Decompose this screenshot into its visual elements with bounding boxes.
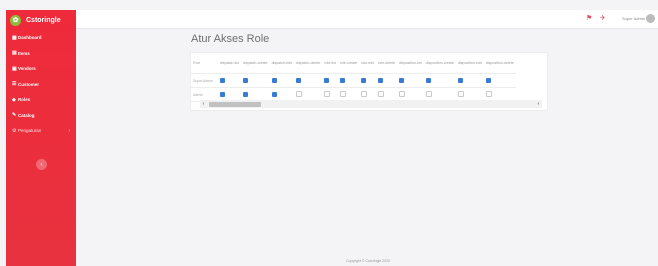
page-title: Atur Akses Role [191,33,270,45]
permission-checkbox-checked[interactable] [378,77,384,83]
horizontal-scrollbar[interactable]: ‹ › [200,100,542,108]
permissions-table: Role dispatch-list dispatch-create dispatc… [191,53,516,102]
permission-checkbox-unchecked[interactable] [324,91,331,97]
permission-checkbox-unchecked[interactable] [457,91,464,97]
permission-checkbox-checked[interactable] [242,77,248,83]
permission-checkbox-checked[interactable] [457,77,463,83]
chevron-left-icon: ‹ [40,161,43,168]
column-header-role-create: role-create [337,53,360,74]
permission-cell [240,73,270,88]
permission-checkbox-checked[interactable] [339,77,345,83]
footer-copyright: Copyright © Cstoringle 2020 [346,259,391,263]
permission-cell [293,73,323,88]
sidebar-item-label: Customer [18,81,40,87]
permission-checkbox-checked[interactable] [295,77,301,83]
scroll-right-icon[interactable]: › [535,100,542,108]
permission-cell [423,73,456,88]
column-header-dispatch-delete: dispatch-delete [293,53,323,74]
permission-checkbox-unchecked[interactable] [378,91,385,97]
permission-checkbox-checked[interactable] [242,91,248,97]
column-header-disposition-edit: disposition-edit [455,53,484,74]
sidebar-item-label: Pengaturan [18,128,42,134]
role-column-header: Role [191,53,218,74]
scrollbar-thumb[interactable] [209,101,261,107]
role-name: SuperAdmin [191,73,218,88]
column-header-role-delete: role-delete [376,53,398,74]
sidebar-item-pengaturan[interactable]: ⚙ Pengaturan › [6,123,76,139]
permission-checkbox-checked[interactable] [271,91,277,97]
brand-name: Cstoringle [26,16,61,24]
permission-cell [359,73,377,88]
permission-checkbox-checked[interactable] [220,77,225,83]
scroll-left-icon[interactable]: ‹ [200,100,207,108]
permission-cell [376,73,398,88]
sidebar-item-label: Items [18,50,30,56]
sidebar-item-label: Vendors [18,66,36,72]
sidebar-item-customer[interactable]: ☰ Customer [6,77,76,93]
permission-checkbox-checked[interactable] [361,77,367,83]
avatar[interactable] [646,14,655,23]
sidebar-item-vendors[interactable]: ▣ Vendors [6,61,76,77]
user-name[interactable]: Super Admin [622,16,645,21]
permission-checkbox-unchecked[interactable] [485,91,492,97]
column-header-disposition-create: disposition-create [423,53,456,74]
column-header-dispatch-list: dispatch-list [218,53,241,74]
permission-checkbox-checked[interactable] [220,91,225,97]
sidebar-item-label: Roles [18,97,31,103]
column-header-disposition-list: disposition-list [397,53,424,74]
sidebar: ✿ Cstoringle ▦ Dashboard ▤ Items ▣ Vendors ☰ Cu… [6,10,76,266]
permission-cell [337,73,360,88]
column-header-dispatch-edit: dispatch-edit [269,53,294,74]
sidebar-item-roles[interactable]: ◈ Roles [6,92,76,108]
brand-logo-icon: ✿ [10,14,21,26]
permission-cell [397,73,424,88]
pin-icon[interactable]: ✈ [600,14,606,22]
permission-checkbox-checked[interactable] [324,77,330,83]
permission-checkbox-unchecked[interactable] [339,91,346,97]
permission-checkbox-checked[interactable] [425,77,431,83]
flag-icon[interactable]: ⚑ [586,14,592,22]
table-header-row: Role dispatch-list dispatch-create dispatc… [191,53,516,74]
permission-cell [455,73,484,88]
brand[interactable]: ✿ Cstoringle [6,10,76,30]
permission-checkbox-unchecked[interactable] [295,91,302,97]
permission-checkbox-checked[interactable] [485,77,491,83]
sidebar-item-items[interactable]: ▤ Items [6,46,76,62]
chevron-right-icon: › [68,127,70,134]
permission-cell [269,73,294,88]
column-header-disposition-delete: disposition-delete [483,53,516,74]
permission-checkbox-checked[interactable] [271,77,277,83]
sidebar-nav: ▦ Dashboard ▤ Items ▣ Vendors ☰ Customer ◈ Roles ✎… [6,30,76,139]
sidebar-toggle-button[interactable]: ‹ [36,159,47,170]
table-row: SuperAdmin [191,73,516,88]
permission-cell [322,73,338,88]
permission-cell [483,73,516,88]
column-header-role-edit: role-edit [359,53,377,74]
permission-cell [218,73,241,88]
permission-checkbox-unchecked[interactable] [399,91,406,97]
sidebar-item-dashboard[interactable]: ▦ Dashboard [6,30,76,46]
sidebar-item-catalog[interactable]: ✎ Catalog [6,108,76,124]
column-header-dispatch-create: dispatch-create [240,53,270,74]
sidebar-item-label: Dashboard [18,35,42,41]
column-header-role-list: role-list [322,53,338,74]
sidebar-item-label: Catalog [18,112,35,118]
permission-checkbox-unchecked[interactable] [361,91,368,97]
permission-checkbox-unchecked[interactable] [425,91,432,97]
permission-checkbox-checked[interactable] [399,77,405,83]
topbar: ⚑ ✈ Super Admin [76,10,658,29]
